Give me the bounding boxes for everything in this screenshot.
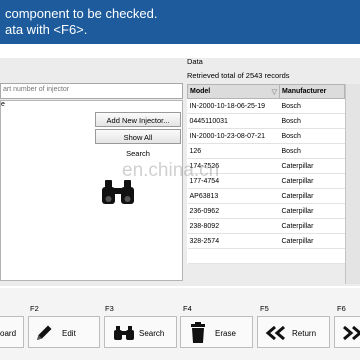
cell-model: AP63813 [187,188,280,204]
table-row[interactable]: 328-2574 Caterpillar [187,233,345,249]
cell-manufacturer: Bosch [279,98,345,114]
double-right-arrow-icon [343,326,360,340]
cell-manufacturer: Caterpillar [279,173,345,189]
table-row[interactable]: 236-0962 Caterpillar [187,203,345,219]
cell-model: 0445110031 [187,113,280,129]
cell-model: 126 [187,143,280,159]
fkey-label-f2: F2 [30,304,39,313]
cell-model: 238-8092 [187,218,280,234]
watermark: en.china.cn [122,160,220,181]
table-row[interactable]: 126 Bosch [187,143,345,159]
cell-manufacturer: Caterpillar [279,158,345,174]
binoculars-icon [114,326,134,340]
table-row[interactable]: IN-2000-10-18-06-25-19 Bosch [187,98,345,114]
fkey-label-f5: F5 [260,304,269,313]
table-header-row: Model ▽ Manufacturer [187,84,345,99]
fkey-label-f4: F4 [183,304,192,313]
edit-button-label: Edit [62,329,76,338]
fkey-label-f3: F3 [105,304,114,313]
cell-model: 328-2574 [187,233,280,249]
table-row[interactable] [187,248,345,264]
binoculars-icon[interactable] [100,178,136,206]
edit-button[interactable]: Edit [28,316,100,348]
search-button[interactable]: Search [95,146,181,161]
next-button[interactable] [334,316,360,348]
cell-model [187,248,280,264]
erase-button[interactable]: Erase [180,316,253,348]
instruction-line-2: ata with <F6>. [5,22,88,37]
table-row[interactable]: IN-2000-10-23-08-07-21 Bosch [187,128,345,144]
cell-model: IN-2000-10-18-06-25-19 [187,98,280,114]
filter-icon[interactable]: ▽ [272,88,277,96]
column-header-model[interactable]: Model ▽ [187,84,280,99]
cell-manufacturer: Caterpillar [279,188,345,204]
instruction-banner: component to be checked. ata with <F6>. [0,0,360,44]
table-row[interactable]: 0445110031 Bosch [187,113,345,129]
add-new-injector-button[interactable]: Add New Injector... [95,112,181,127]
cell-manufacturer [279,248,345,264]
search-toolbar-button[interactable]: Search [104,316,177,348]
data-group-label: Data [187,57,203,66]
cell-model: 236-0962 [187,203,280,219]
injector-number-input[interactable]: art number of injector [0,83,183,99]
cell-manufacturer: Caterpillar [279,203,345,219]
search-toolbar-label: Search [139,329,165,338]
trash-icon [191,322,205,343]
cell-manufacturer: Caterpillar [279,233,345,249]
cell-manufacturer: Caterpillar [279,218,345,234]
table-row[interactable]: AP63813 Caterpillar [187,188,345,204]
pencil-icon [37,325,52,340]
return-button[interactable]: Return [257,316,330,348]
clipboard-button-label: oard [0,329,17,338]
list-text: e [1,101,5,108]
cell-manufacturer: Bosch [279,143,345,159]
records-count: Retrieved total of 2543 records [187,71,290,80]
table-row[interactable]: 238-8092 Caterpillar [187,218,345,234]
cell-manufacturer: Bosch [279,113,345,129]
fkey-label-f6: F6 [337,304,346,313]
show-all-button[interactable]: Show All [95,129,181,144]
column-header-manufacturer[interactable]: Manufacturer [279,84,345,99]
clipboard-button[interactable]: oard [0,316,24,348]
double-left-arrow-icon [265,326,285,340]
table-scrollbar[interactable] [345,84,360,284]
erase-button-label: Erase [215,329,236,338]
cell-model: IN-2000-10-23-08-07-21 [187,128,280,144]
cell-manufacturer: Bosch [279,128,345,144]
instruction-line-1: component to be checked. [5,6,158,21]
return-button-label: Return [292,329,317,338]
